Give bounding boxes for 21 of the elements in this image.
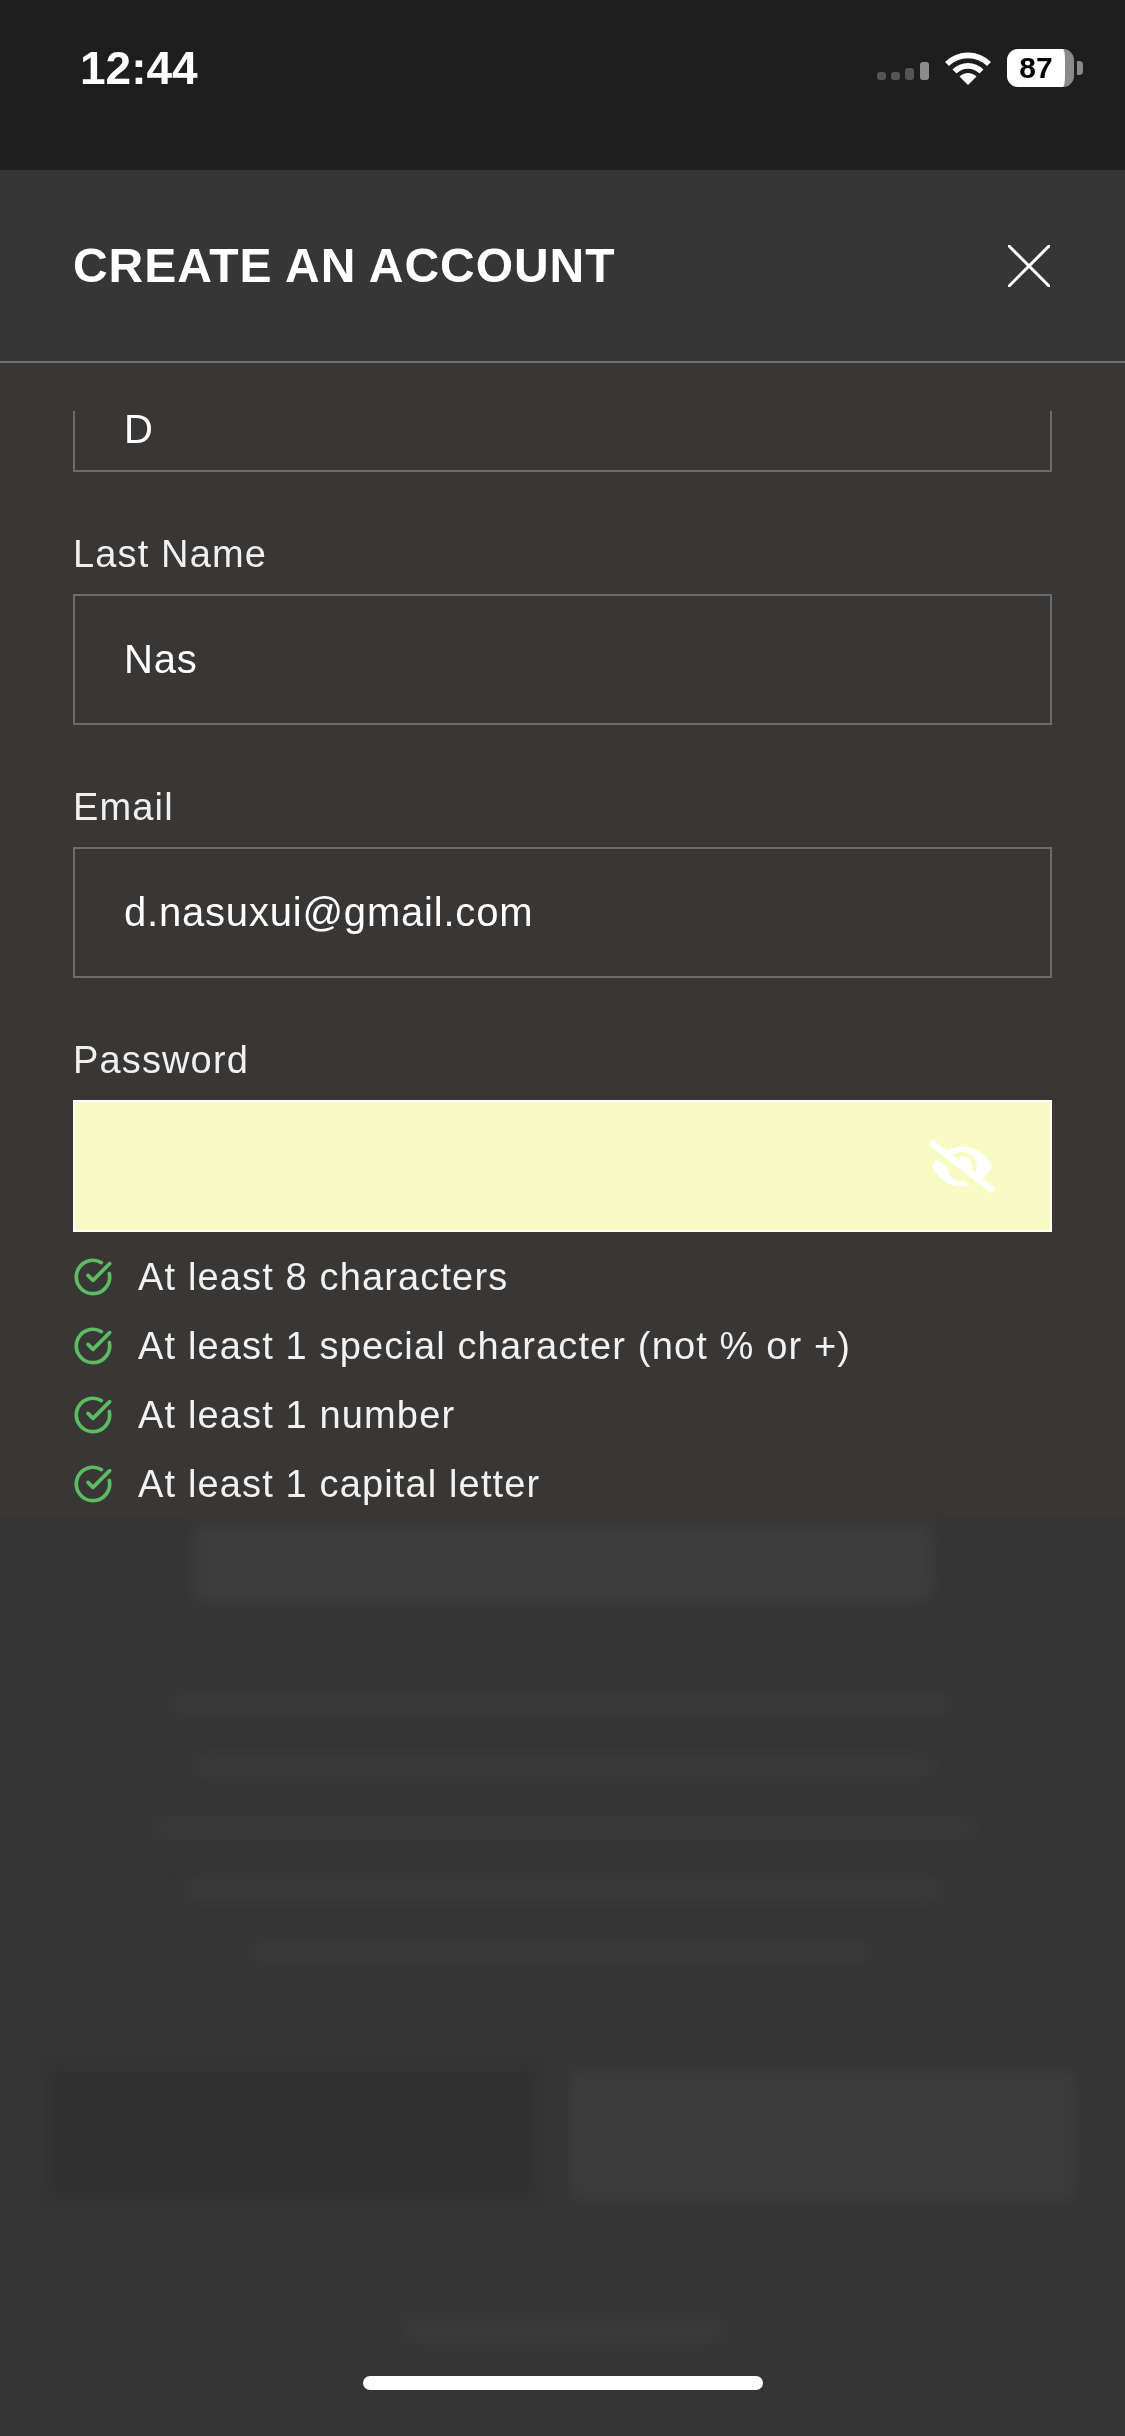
wifi-icon (945, 51, 991, 85)
close-icon (1008, 244, 1050, 287)
text-field[interactable]: d.nasuxui@gmail.com (73, 847, 1052, 978)
battery-cap-icon (1077, 61, 1083, 75)
requirement-text: At least 1 number (138, 1392, 456, 1437)
battery-level: 87 (1007, 49, 1074, 87)
requirement-text: At least 8 characters (138, 1254, 509, 1299)
text-field[interactable]: D (73, 411, 1052, 472)
text-field[interactable]: Nas (73, 594, 1052, 725)
field-label: Email (73, 785, 175, 829)
field-label: Last Name (73, 532, 268, 576)
close-button[interactable] (1008, 244, 1050, 287)
status-time: 12:44 (80, 44, 198, 92)
password-field[interactable] (73, 1100, 1052, 1232)
eye-slash-icon (929, 1139, 995, 1193)
signal-bars-icon (877, 62, 929, 80)
show-password-button[interactable] (929, 1139, 995, 1193)
requirement-text: At least 1 capital letter (138, 1461, 541, 1506)
modal-title: CREATE AN ACCOUNT (73, 237, 616, 294)
field-label: Password (73, 1038, 250, 1082)
requirement-text: At least 1 special character (not % or +) (138, 1323, 852, 1368)
